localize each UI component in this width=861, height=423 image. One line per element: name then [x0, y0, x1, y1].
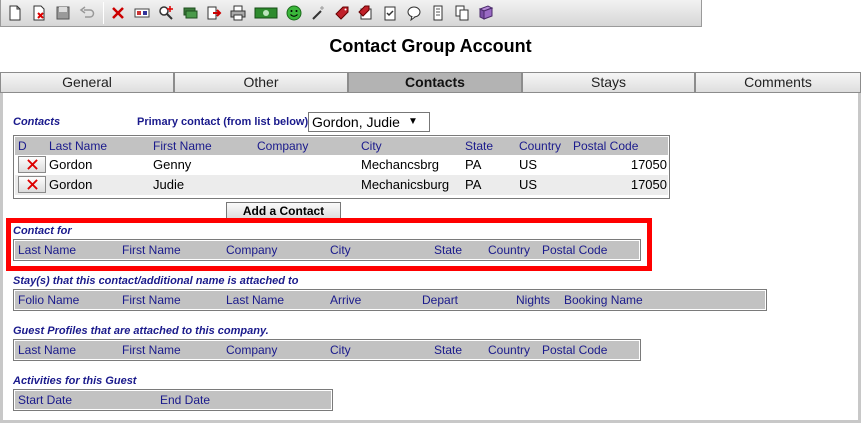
contacts-table-header: D Last Name First Name Company City Stat… — [15, 137, 668, 155]
column-header: State — [434, 243, 463, 257]
column-header: City — [330, 343, 351, 357]
gift-tag-icon[interactable] — [356, 3, 376, 23]
tab-other[interactable]: Other — [174, 72, 348, 93]
toolbar — [0, 0, 702, 27]
contact-for-section-label: Contact for — [13, 225, 72, 237]
column-header: Last Name — [226, 293, 285, 307]
column-header: Postal Code — [542, 343, 608, 357]
primary-contact-select[interactable]: Gordon, Judie ▼ — [308, 112, 430, 132]
column-header: City — [330, 243, 351, 257]
cell-city: Mechanicsburg — [361, 177, 450, 192]
guest-profiles-table-header: Last Name First Name Company City State … — [15, 341, 639, 359]
search-add-icon[interactable] — [156, 3, 176, 23]
copy-document-icon[interactable] — [452, 3, 472, 23]
column-header: Country — [488, 243, 531, 257]
column-header: First Name — [122, 293, 181, 307]
stays-section-label: Stay(s) that this contact/additional nam… — [13, 275, 299, 287]
tab-bar: General Other Contacts Stays Comments — [0, 72, 861, 93]
contact-for-table-header: Last Name First Name Company City State … — [15, 241, 639, 259]
activities-table-header: Start Date End Date — [15, 391, 331, 409]
column-header: Start Date — [18, 393, 73, 407]
column-header: City — [361, 139, 382, 153]
delete-contact-button[interactable] — [18, 156, 46, 173]
card-icon[interactable] — [132, 3, 152, 23]
column-header: First Name — [122, 343, 181, 357]
close-x-icon[interactable] — [108, 3, 128, 23]
cash-icon[interactable] — [252, 3, 280, 23]
guest-profiles-section-label: Guest Profiles that are attached to this… — [13, 325, 269, 337]
money-stack-icon[interactable] — [180, 3, 200, 23]
cell-country: US — [519, 157, 538, 172]
print-icon[interactable] — [228, 3, 248, 23]
column-header: Company — [226, 243, 278, 257]
undo-icon[interactable] — [77, 3, 97, 23]
tag-icon[interactable] — [332, 3, 352, 23]
column-header: First Name — [153, 139, 212, 153]
column-header: Depart — [422, 293, 459, 307]
column-header: D — [18, 139, 27, 153]
tab-comments[interactable]: Comments — [695, 72, 861, 93]
wand-icon[interactable] — [308, 3, 328, 23]
close-x-icon — [26, 179, 38, 190]
column-header: Company — [257, 139, 309, 153]
table-row[interactable]: Gordon Genny Mechancsbrg PA US 17050 — [15, 155, 668, 175]
column-header: State — [465, 139, 494, 153]
tab-contacts[interactable]: Contacts — [348, 72, 522, 93]
column-header: Folio Name — [18, 293, 80, 307]
column-header: Booking Name — [564, 293, 643, 307]
column-header: Company — [226, 343, 278, 357]
column-header: Nights — [516, 293, 551, 307]
cell-postal-code: 17050 — [630, 177, 667, 192]
cell-postal-code: 17050 — [630, 157, 667, 172]
smiley-icon[interactable] — [284, 3, 304, 23]
chevron-down-icon: ▼ — [407, 116, 418, 127]
contact-for-table: Last Name First Name Company City State … — [13, 239, 641, 261]
stays-table: Folio Name First Name Last Name Arrive D… — [13, 289, 767, 311]
column-header: End Date — [160, 393, 211, 407]
cell-first-name: Judie — [153, 177, 185, 192]
checklist-icon[interactable] — [380, 3, 400, 23]
guest-profiles-table: Last Name First Name Company City State … — [13, 339, 641, 361]
column-header: Arrive — [330, 293, 362, 307]
close-x-icon — [26, 159, 38, 170]
column-header: Country — [519, 139, 562, 153]
column-header: Last Name — [18, 343, 77, 357]
export-icon[interactable] — [204, 3, 224, 23]
new-document-icon[interactable] — [5, 3, 25, 23]
delete-contact-button[interactable] — [18, 176, 46, 193]
scroll-icon[interactable] — [428, 3, 448, 23]
contacts-table: D Last Name First Name Company City Stat… — [13, 135, 670, 199]
activities-table: Start Date End Date — [13, 389, 333, 411]
delete-document-icon[interactable] — [29, 3, 49, 23]
column-header: Postal Code — [573, 139, 639, 153]
cell-last-name: Gordon — [49, 157, 93, 172]
book-icon[interactable] — [476, 3, 496, 23]
activities-section-label: Activities for this Guest — [13, 375, 137, 387]
cell-state: PA — [465, 177, 482, 192]
column-header: Country — [488, 343, 531, 357]
page-title: Contact Group Account — [329, 36, 532, 56]
cell-city: Mechancsbrg — [361, 157, 440, 172]
primary-contact-label: Primary contact (from list below) — [137, 116, 309, 128]
column-header: Last Name — [18, 243, 77, 257]
cell-country: US — [519, 177, 538, 192]
column-header: Last Name — [49, 139, 108, 153]
tab-general[interactable]: General — [0, 72, 174, 93]
cell-first-name: Genny — [153, 157, 192, 172]
cell-state: PA — [465, 157, 482, 172]
column-header: First Name — [122, 243, 181, 257]
column-header: Postal Code — [542, 243, 608, 257]
stays-table-header: Folio Name First Name Last Name Arrive D… — [15, 291, 765, 309]
save-icon[interactable] — [53, 3, 73, 23]
speech-bubble-icon[interactable] — [404, 3, 424, 23]
tab-stays[interactable]: Stays — [522, 72, 695, 93]
cell-last-name: Gordon — [49, 177, 93, 192]
contacts-section-label: Contacts — [13, 116, 61, 128]
table-row[interactable]: Gordon Judie Mechanicsburg PA US 17050 — [15, 175, 668, 195]
column-header: State — [434, 343, 463, 357]
toolbar-separator — [103, 2, 104, 24]
primary-contact-value: Gordon, Judie — [312, 114, 400, 130]
